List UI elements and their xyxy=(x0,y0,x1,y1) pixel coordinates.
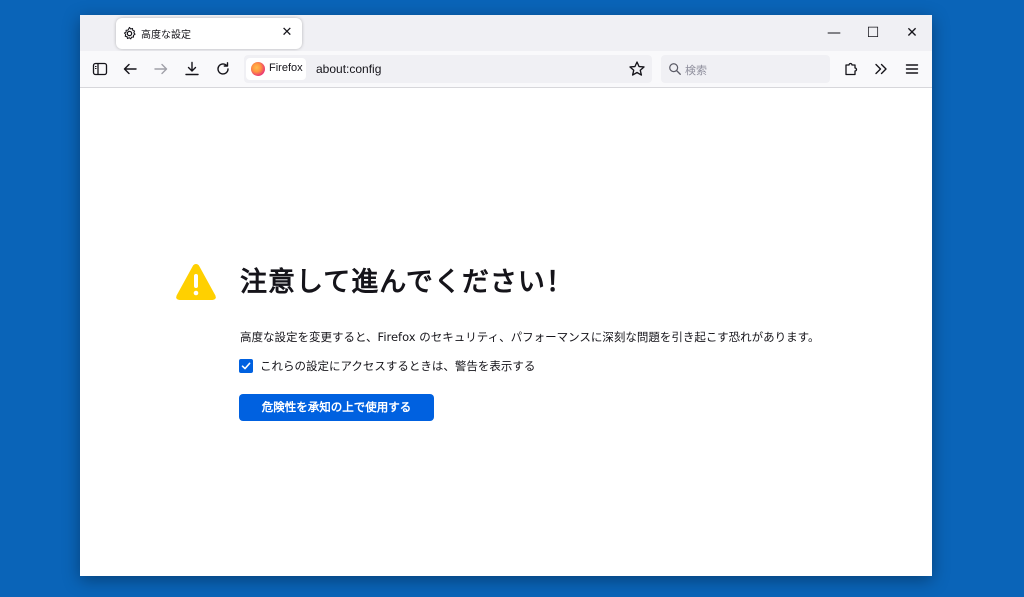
warning-icon xyxy=(176,264,216,300)
sidebar-icon xyxy=(92,62,108,76)
hamburger-menu-icon xyxy=(905,64,919,74)
accept-risk-button[interactable]: 危険性を承知の上で使用する xyxy=(239,394,434,421)
nav-toolbar: Firefox about:config xyxy=(80,51,932,88)
download-icon xyxy=(185,61,199,76)
extensions-button[interactable] xyxy=(838,56,864,82)
gear-icon xyxy=(123,26,136,40)
tab-advanced-settings[interactable]: 高度な設定 ✕ xyxy=(116,18,302,49)
browser-window: 高度な設定 ✕ — ☐ ✕ Firefox about:config 検索 注意… xyxy=(80,15,932,576)
warning-description: 高度な設定を変更すると、Firefox のセキュリティ、パフォーマンスに深刻な問… xyxy=(240,330,820,344)
sidebar-toggle-button[interactable] xyxy=(87,56,113,82)
page-title: 注意して進んでください！ xyxy=(240,267,574,298)
overflow-menu-button[interactable] xyxy=(868,56,894,82)
maximize-button[interactable]: ☐ xyxy=(854,15,892,51)
back-button[interactable] xyxy=(117,56,143,82)
checkbox-label[interactable]: これらの設定にアクセスするときは、警告を表示する xyxy=(260,358,535,374)
downloads-button[interactable] xyxy=(179,56,205,82)
checkmark-icon xyxy=(241,362,251,370)
forward-button[interactable] xyxy=(148,56,174,82)
tab-title: 高度な設定 xyxy=(141,30,191,41)
bookmark-star-icon[interactable] xyxy=(628,60,646,78)
search-input[interactable] xyxy=(683,59,827,81)
warning-checkbox-row[interactable]: これらの設定にアクセスするときは、警告を表示する xyxy=(239,358,535,374)
reload-button[interactable] xyxy=(210,56,236,82)
puzzle-icon xyxy=(845,62,858,76)
address-bar[interactable]: Firefox about:config xyxy=(244,55,652,83)
minimize-button[interactable]: — xyxy=(815,15,853,51)
identity-label: Firefox xyxy=(269,62,303,74)
arrow-left-icon xyxy=(123,63,137,75)
search-bar[interactable] xyxy=(661,55,830,83)
firefox-logo-icon xyxy=(251,62,265,76)
url-text[interactable]: about:config xyxy=(316,62,381,76)
show-warning-checkbox[interactable] xyxy=(239,359,253,373)
tab-bar: 高度な設定 ✕ — ☐ ✕ xyxy=(80,15,932,51)
search-icon xyxy=(669,63,681,75)
app-menu-button[interactable] xyxy=(899,56,925,82)
identity-box[interactable]: Firefox xyxy=(246,58,306,80)
chevron-double-right-icon xyxy=(875,63,887,75)
tab-close-icon[interactable]: ✕ xyxy=(278,24,296,42)
window-close-button[interactable]: ✕ xyxy=(893,15,931,51)
reload-icon xyxy=(217,62,229,75)
arrow-right-icon xyxy=(154,63,168,75)
page-content: 注意して進んでください！ 高度な設定を変更すると、Firefox のセキュリティ… xyxy=(80,88,932,576)
